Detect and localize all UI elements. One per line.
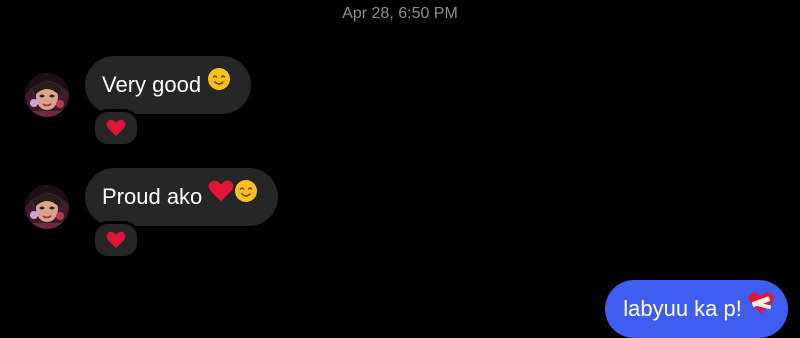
incoming-message-bubble[interactable]: Proud ako <box>85 167 279 226</box>
sender-avatar[interactable] <box>25 73 69 117</box>
red-heart-emoji-icon <box>208 167 234 225</box>
chat-thread[interactable]: Apr 28, 6:50 PM Very good Proud ako laby… <box>0 0 800 338</box>
incoming-message-bubble[interactable]: Very good <box>85 55 252 114</box>
message-text: Very good <box>102 72 202 97</box>
sender-avatar[interactable] <box>25 185 69 229</box>
red-heart-icon <box>106 119 126 137</box>
heart-reaction-badge[interactable] <box>92 221 140 259</box>
heart-reaction-badge[interactable] <box>92 109 140 147</box>
red-heart-icon <box>106 231 126 249</box>
message-text: Proud ako <box>102 184 203 209</box>
smiling-face-emoji-icon <box>207 55 231 113</box>
smiling-face-emoji-icon <box>234 167 258 225</box>
message-timestamp: Apr 28, 6:50 PM <box>342 5 458 22</box>
message-text: labyuu ka p! <box>623 296 742 321</box>
bandaged-heart-emoji-icon <box>748 279 774 337</box>
outgoing-message-bubble[interactable]: labyuu ka p! <box>605 280 788 338</box>
